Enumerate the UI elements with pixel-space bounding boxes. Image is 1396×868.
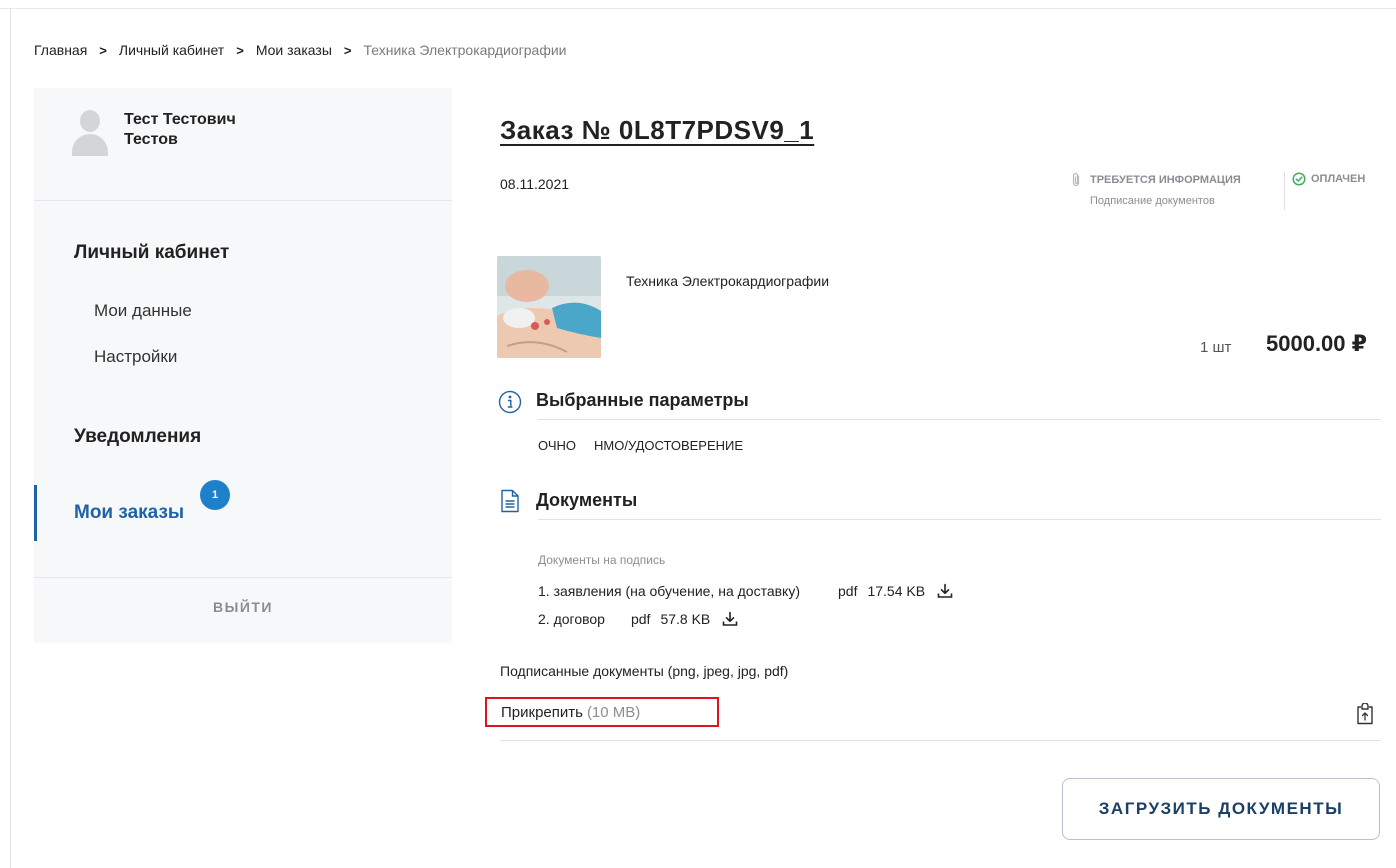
sidebar-section-cabinet[interactable]: Личный кабинет [74,242,229,264]
check-circle-icon [1292,172,1306,186]
order-date: 08.11.2021 [500,176,570,192]
sidebar-item-my-data[interactable]: Мои данные [94,301,192,321]
info-icon [498,390,522,414]
sidebar: Тест Тестович Тестов Личный кабинет Мои … [34,88,452,643]
active-indicator [34,485,37,541]
product-image[interactable] [497,256,601,358]
breadcrumb-current: Техника Электрокардиографии [363,42,567,58]
sidebar-section-notifications[interactable]: Уведомления [74,426,201,448]
download-icon[interactable] [722,611,738,627]
clipboard-upload-icon[interactable] [1355,703,1375,725]
avatar-body [72,134,108,156]
user-profile: Тест Тестович Тестов [34,88,452,201]
attach-file-field[interactable]: Прикрепить (10 MB) [485,697,719,727]
params-values: ОЧНО НМО/УДОСТОВЕРЕНИЕ [538,438,743,453]
logout-button[interactable]: ВЫЙТИ [34,599,452,615]
documents-divider [538,519,1381,520]
status-paid: ОПЛАЧЕН [1292,172,1365,186]
docs-to-sign-label: Документы на подпись [538,553,666,567]
doc-name[interactable]: 2. договор [538,611,605,627]
param-certificate: НМО/УДОСТОВЕРЕНИЕ [594,438,744,453]
documents-title: Документы [536,490,638,510]
logout-divider [34,577,452,578]
params-title: Выбранные параметры [536,390,749,410]
doc-format: pdf [630,611,651,627]
user-name: Тест Тестович Тестов [124,110,236,150]
doc-size: 57.8 KB [660,611,711,627]
download-icon[interactable] [937,583,953,599]
sidebar-item-settings[interactable]: Настройки [94,347,177,367]
orders-count-badge: 1 [200,480,230,510]
product-price: 5000.00 ₽ [1266,331,1367,356]
product-quantity: 1 шт [1200,339,1232,356]
signed-docs-label: Подписанные документы (png, jpeg, jpg, p… [500,663,789,679]
document-icon [501,489,519,513]
sidebar-item-my-orders[interactable]: Мои заказы [74,502,184,524]
order-title: Заказ № 0L8T7PDSV9_1 [500,115,815,145]
params-divider [538,419,1381,420]
breadcrumb-separator-icon: > [99,42,107,58]
param-format: ОЧНО [538,438,576,453]
avatar-head [80,110,100,132]
attach-divider [500,740,1381,741]
user-name-first: Тест Тестович [124,111,236,128]
user-name-last: Тестов [124,131,178,148]
attach-size-limit: (10 MB) [586,703,641,721]
breadcrumb-cabinet[interactable]: Личный кабинет [119,42,224,58]
breadcrumb-separator-icon: > [343,42,352,58]
breadcrumb: Главная > Личный кабинет > Мои заказы > … [34,42,567,58]
doc-size: 17.54 KB [867,583,926,599]
doc-row-contract: 2. договор pdf 57.8 KB [538,611,738,627]
upload-documents-button[interactable]: ЗАГРУЗИТЬ ДОКУМЕНТЫ [1062,778,1380,840]
doc-name[interactable]: 1. заявления (на обучение, на доставку) [538,583,800,599]
window-left-border [10,8,11,868]
product-name[interactable]: Техника Электрокардиографии [626,273,829,289]
status-info-title: ТРЕБУЕТСЯ ИНФОРМАЦИЯ [1090,174,1241,186]
doc-format: pdf [838,583,858,599]
attach-label: Прикрепить [501,703,583,721]
status-paid-label: ОПЛАЧЕН [1311,173,1366,185]
doc-row-statements: 1. заявления (на обучение, на доставку) … [538,583,953,599]
avatar [70,108,110,156]
paperclip-icon [1072,172,1080,187]
breadcrumb-orders[interactable]: Мои заказы [256,42,332,58]
window-top-border [0,8,1396,9]
status-info-subtitle: Подписание документов [1090,195,1215,207]
breadcrumb-separator-icon: > [236,42,244,58]
breadcrumb-home[interactable]: Главная [34,42,87,58]
status-divider [1284,172,1285,210]
